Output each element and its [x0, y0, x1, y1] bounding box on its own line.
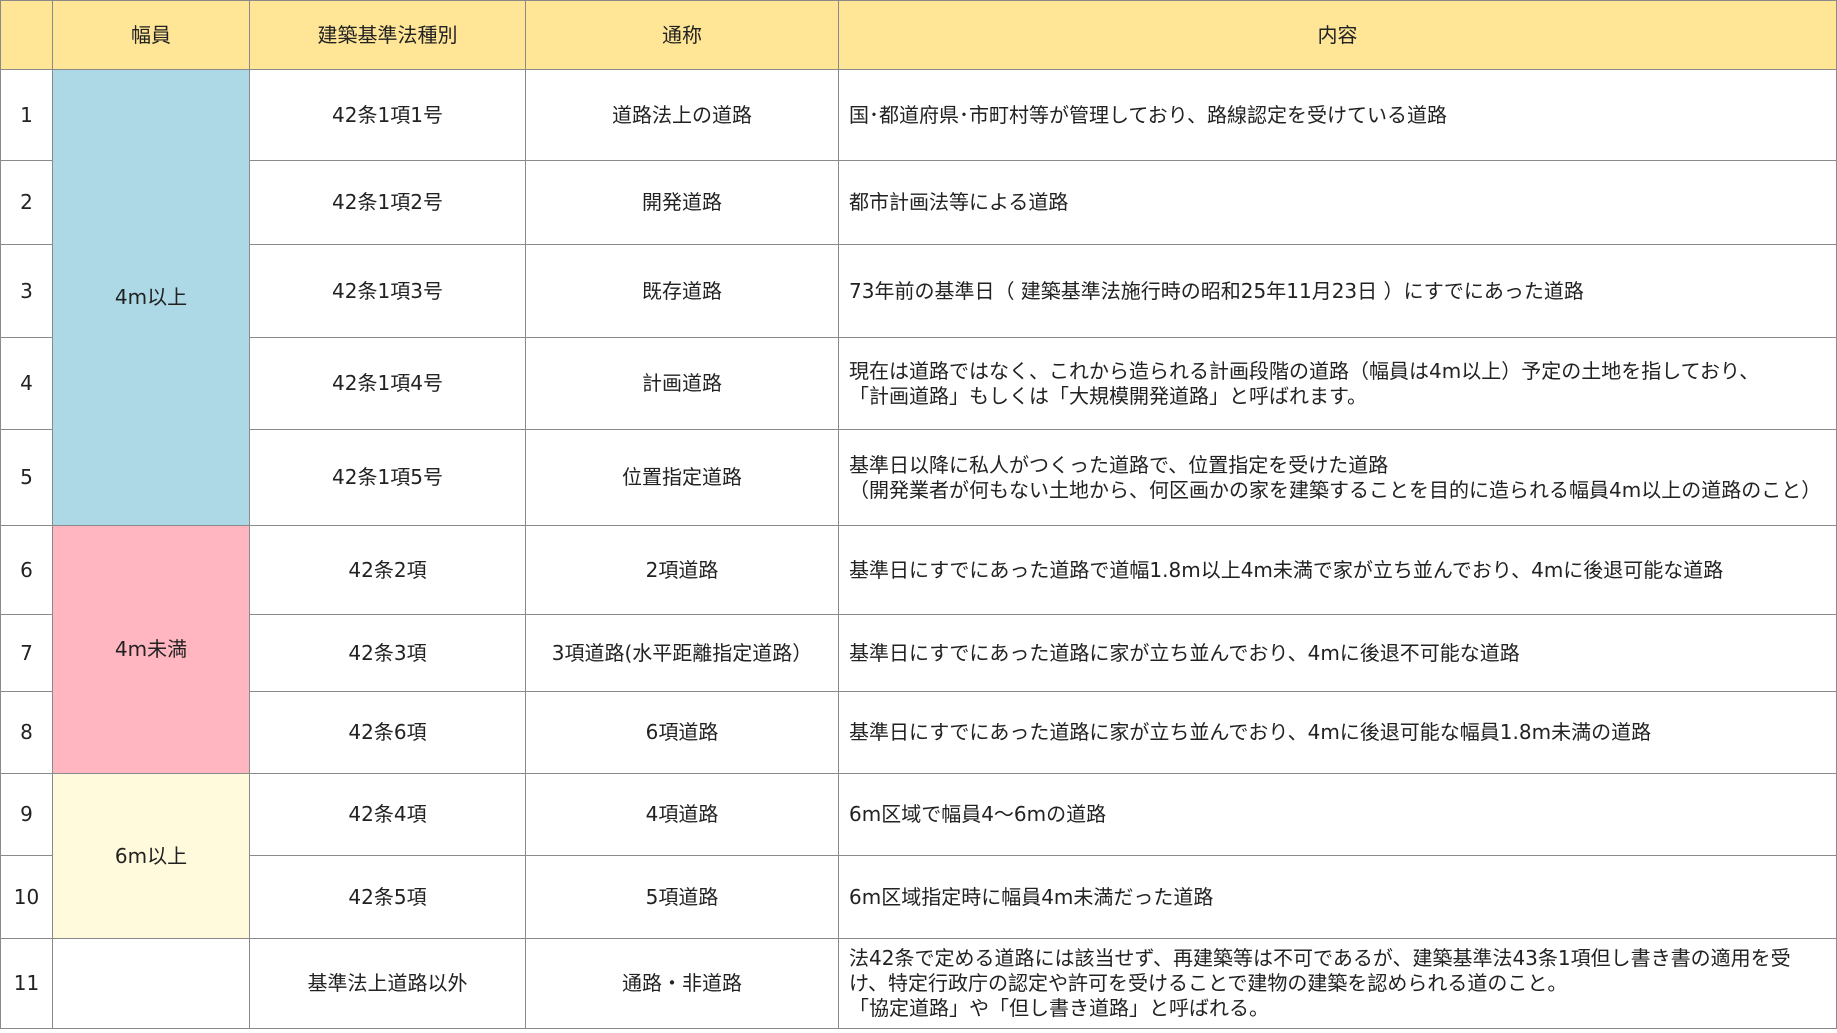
common-name-cell: 6項道路 [525, 691, 839, 774]
content-cell: 法42条で定める道路には該当せず、再建築等は不可であるが、建築基準法43条1項但… [838, 938, 1837, 1029]
law-type-cell: 42条1項4号 [249, 337, 526, 430]
content-cell: 基準日にすでにあった道路で道幅1.8m以上4m未満で家が立ち並んでおり、4mに後… [838, 525, 1837, 615]
law-type-cell: 42条6項 [249, 691, 526, 774]
row-number: 11 [0, 938, 53, 1029]
content-line: 基準日にすでにあった道路で道幅1.8m以上4m未満で家が立ち並んでおり、4mに後… [849, 557, 1724, 582]
table-row: 1 4m以上 42条1項1号 道路法上の道路 国･都道府県･市町村等が管理してお… [0, 69, 1837, 526]
row-number: 7 [0, 614, 53, 692]
row-number: 10 [0, 855, 53, 939]
content-cell: 現在は道路ではなく、これから造られる計画段階の道路（幅員は4m以上）予定の土地を… [838, 337, 1837, 430]
header-content: 内容 [838, 0, 1837, 70]
road-classification-table: 幅員 建築基準法種別 通称 内容 1 4m以上 42条1項1号 道路法上の道路 … [0, 0, 1837, 1029]
row-number: 4 [0, 337, 53, 430]
width-group-6m-or-more: 6m以上 [52, 773, 250, 939]
content-line: 6m区域指定時に幅員4m未満だった道路 [849, 884, 1214, 909]
common-name-cell: 2項道路 [525, 525, 839, 615]
common-name-cell: 4項道路 [525, 773, 839, 856]
common-name-cell: 計画道路 [525, 337, 839, 430]
law-type-cell: 42条1項1号 [249, 69, 526, 161]
row-number: 5 [0, 429, 53, 526]
common-name-cell: 既存道路 [525, 244, 839, 338]
law-type-cell: 基準法上道路以外 [249, 938, 526, 1029]
row-number: 1 [0, 69, 53, 161]
row-number: 8 [0, 691, 53, 774]
common-name-cell: 位置指定道路 [525, 429, 839, 526]
content-cell: 6m区域で幅員4～6mの道路 [838, 773, 1837, 856]
common-name-cell: 道路法上の道路 [525, 69, 839, 161]
table-row: 5 42条1項5号 位置指定道路 基準日以降に私人がつくった道路で、位置指定を受… [0, 429, 1837, 526]
content-cell: 73年前の基準日（ 建築基準法施行時の昭和25年11月23日 ）にすでにあった道… [838, 244, 1837, 338]
content-line: 基準日にすでにあった道路に家が立ち並んでおり、4mに後退可能な幅員1.8m未満の… [849, 720, 1652, 744]
row-number: 6 [0, 525, 53, 615]
common-name-cell: 3項道路(水平距離指定道路） [525, 614, 839, 692]
law-type-cell: 42条1項5号 [249, 429, 526, 526]
header-width: 幅員 [52, 0, 250, 70]
law-type-cell: 42条1項3号 [249, 244, 526, 338]
common-name-cell: 5項道路 [525, 855, 839, 939]
law-type-cell: 42条3項 [249, 614, 526, 692]
row-number: 2 [0, 160, 53, 245]
content-line: 基準日にすでにあった道路に家が立ち並んでおり、4mに後退不可能な道路 [849, 640, 1520, 665]
law-type-cell: 42条1項2号 [249, 160, 526, 245]
content-line: 都市計画法等による道路 [849, 190, 1069, 214]
row-number: 9 [0, 773, 53, 856]
content-cell: 基準日にすでにあった道路に家が立ち並んでおり、4mに後退不可能な道路 [838, 614, 1837, 692]
law-type-cell: 42条4項 [249, 773, 526, 856]
content-line: 「計画道路」もしくは「大規模開発道路」と呼ばれます。 [849, 383, 1367, 408]
content-line: 73年前の基準日（ 建築基準法施行時の昭和25年11月23日 ）にすでにあった道… [849, 278, 1584, 303]
content-line: 基準日以降に私人がつくった道路で、位置指定を受けた道路 [849, 452, 1389, 477]
law-type-cell: 42条2項 [249, 525, 526, 615]
table-row: 8 42条6項 6項道路 基準日にすでにあった道路に家が立ち並んでおり、4mに後… [0, 691, 1837, 774]
common-name-cell: 通路・非道路 [525, 938, 839, 1029]
table-row: 10 42条5項 5項道路 6m区域指定時に幅員4m未満だった道路 [0, 855, 1837, 939]
header-row: 幅員 建築基準法種別 通称 内容 [0, 0, 1837, 70]
table-row: 9 6m以上 42条4項 4項道路 6m区域で幅員4～6mの道路 [0, 773, 1837, 939]
content-line: け、特定行政庁の認定や許可を受けることで建物の建築を認められる道のこと。 [849, 971, 1568, 995]
content-line: 「協定道路」や「但し書き道路」と呼ばれる。 [849, 996, 1269, 1020]
content-cell: 国･都道府県･市町村等が管理しており、路線認定を受けている道路 [838, 69, 1837, 161]
width-group-4m-or-more: 4m以上 [52, 69, 250, 526]
content-line: 法42条で定める道路には該当せず、再建築等は不可であるが、建築基準法43条1項但… [849, 946, 1791, 970]
content-cell: 基準日にすでにあった道路に家が立ち並んでおり、4mに後退可能な幅員1.8m未満の… [838, 691, 1837, 774]
table-row: 6 4m未満 42条2項 2項道路 基準日にすでにあった道路で道幅1.8m以上4… [0, 525, 1837, 774]
common-name-cell: 開発道路 [525, 160, 839, 245]
header-common-name: 通称 [525, 0, 839, 70]
content-line: 6m区域で幅員4～6mの道路 [849, 802, 1107, 826]
table-row: 2 42条1項2号 開発道路 都市計画法等による道路 [0, 160, 1837, 245]
law-type-cell: 42条5項 [249, 855, 526, 939]
content-cell: 6m区域指定時に幅員4m未満だった道路 [838, 855, 1837, 939]
row-number: 3 [0, 244, 53, 338]
header-num [0, 0, 53, 70]
table-row: 7 42条3項 3項道路(水平距離指定道路） 基準日にすでにあった道路に家が立ち… [0, 614, 1837, 692]
table-row: 4 42条1項4号 計画道路 現在は道路ではなく、これから造られる計画段階の道路… [0, 337, 1837, 430]
width-group-under-4m: 4m未満 [52, 525, 250, 774]
content-line: 現在は道路ではなく、これから造られる計画段階の道路（幅員は4m以上）予定の土地を… [849, 358, 1760, 383]
content-line: （開発業者が何もない土地から、何区画かの家を建築することを目的に造られる幅員4m… [849, 477, 1822, 502]
header-law-type: 建築基準法種別 [249, 0, 526, 70]
content-line: 国･都道府県･市町村等が管理しており、路線認定を受けている道路 [849, 102, 1447, 127]
content-cell: 都市計画法等による道路 [838, 160, 1837, 245]
table-row: 11 基準法上道路以外 通路・非道路 法42条で定める道路には該当せず、再建築等… [0, 938, 1837, 1029]
width-group-empty [52, 938, 250, 1029]
table-row: 3 42条1項3号 既存道路 73年前の基準日（ 建築基準法施行時の昭和25年1… [0, 244, 1837, 338]
content-cell: 基準日以降に私人がつくった道路で、位置指定を受けた道路 （開発業者が何もない土地… [838, 429, 1837, 526]
